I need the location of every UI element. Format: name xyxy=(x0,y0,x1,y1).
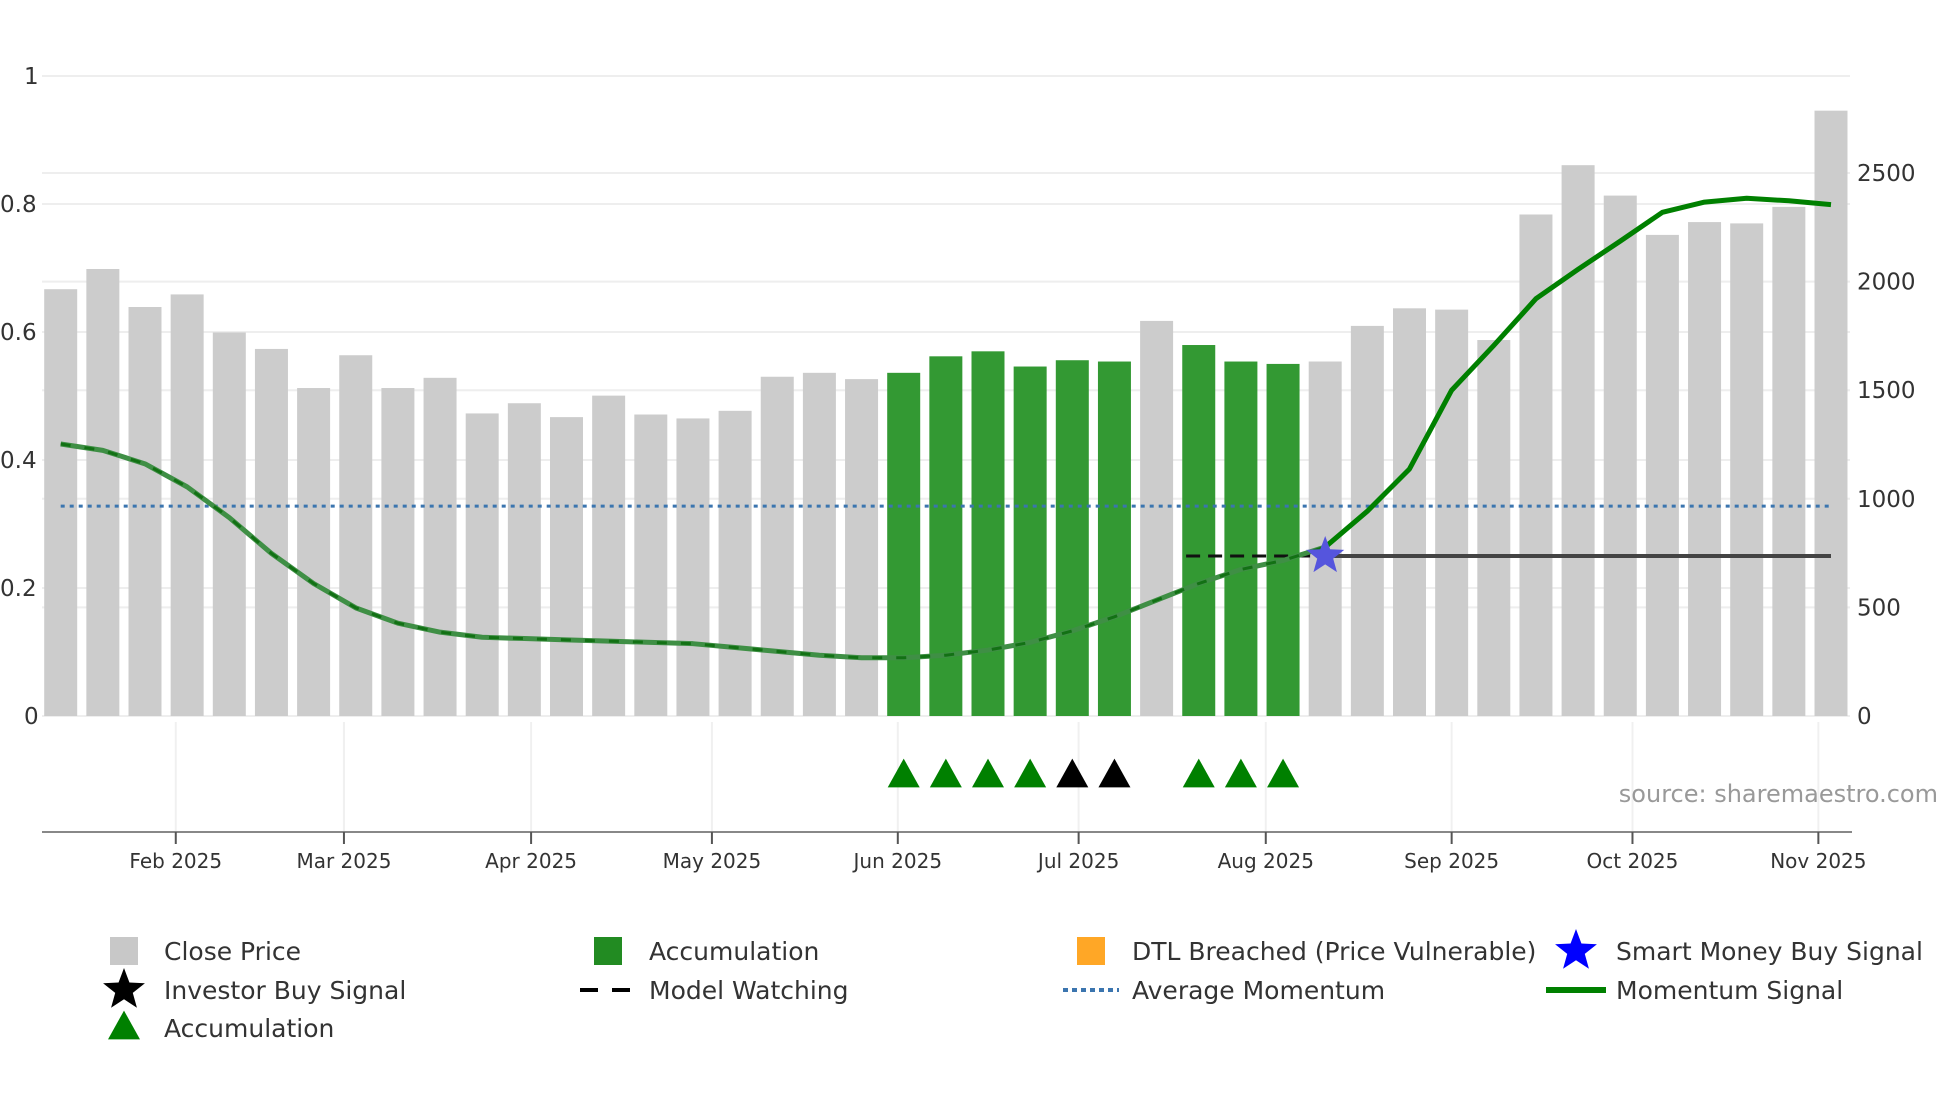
close-price-bar xyxy=(718,410,752,716)
close-price-bar xyxy=(676,418,710,716)
x-axis-tick-label: Jun 2025 xyxy=(852,849,943,873)
legend-investor-buy-signal-label: Investor Buy Signal xyxy=(164,976,406,1005)
accumulation-bar xyxy=(929,356,963,716)
legend-close-price-swatch xyxy=(110,937,138,965)
close-price-bars xyxy=(44,110,1848,717)
legend-average-momentum-label: Average Momentum xyxy=(1132,976,1385,1005)
x-axis-tick-label: Aug 2025 xyxy=(1218,849,1314,873)
close-price-bar xyxy=(465,413,499,716)
accumulation-triangle xyxy=(1014,758,1047,788)
accumulation-bar xyxy=(1055,360,1089,716)
accumulation-triangle xyxy=(972,758,1004,788)
left-axis-tick: 0.8 xyxy=(0,192,37,218)
close-price-bar xyxy=(128,307,162,716)
close-price-bar xyxy=(44,289,78,716)
x-axis-tick-label: Feb 2025 xyxy=(129,849,222,873)
legend-model-watching-label: Model Watching xyxy=(649,976,849,1005)
close-price-bar xyxy=(1561,165,1595,717)
left-axis-tick: 0.4 xyxy=(0,448,37,474)
accumulation-triangle xyxy=(887,758,920,788)
close-price-bar xyxy=(381,388,415,716)
close-price-bar xyxy=(634,414,668,716)
close-price-bar xyxy=(86,269,120,716)
right-axis-tick: 1500 xyxy=(1857,378,1916,404)
close-price-bar xyxy=(1772,206,1806,717)
x-axis-tick-label: Jul 2025 xyxy=(1036,849,1119,873)
accumulation-bar xyxy=(887,372,921,716)
investor-buy-triangle xyxy=(1098,758,1131,788)
close-price-bar xyxy=(845,379,879,716)
left-axis-tick: 0.6 xyxy=(0,320,37,346)
accumulation-bar xyxy=(1013,366,1047,716)
left-axis-tick: 0 xyxy=(24,704,39,730)
legend-accumulation-label: Accumulation xyxy=(649,937,819,966)
close-price-bar xyxy=(1645,234,1679,717)
legend-dtl-breached-price-vulnerable-swatch xyxy=(1077,937,1105,965)
legend-accumulation-swatch xyxy=(594,937,622,965)
accumulation-bar xyxy=(1182,345,1216,716)
legend-accumulation-label: Accumulation xyxy=(164,1014,334,1043)
legend-investor-buy-signal-star-icon xyxy=(103,968,145,1008)
accumulation-bar xyxy=(1224,361,1258,716)
x-axis-tick-label: Oct 2025 xyxy=(1587,849,1679,873)
right-axis-tick: 1000 xyxy=(1857,487,1916,513)
close-price-bar xyxy=(1730,223,1764,717)
x-axis-tick-label: Apr 2025 xyxy=(485,849,577,873)
right-axis-tick: 2500 xyxy=(1857,161,1916,187)
accumulation-bar xyxy=(1266,363,1300,716)
right-axis-tick: 500 xyxy=(1857,595,1901,621)
legend-accumulation-triangle-icon xyxy=(108,1010,140,1040)
legend-close-price-label: Close Price xyxy=(164,937,301,966)
close-price-bar xyxy=(1435,309,1469,716)
accumulation-triangle xyxy=(1182,758,1215,788)
close-price-bar xyxy=(1140,320,1174,716)
close-price-bar xyxy=(550,417,583,716)
right-axis-tick: 0 xyxy=(1857,704,1872,730)
close-price-bar xyxy=(760,376,794,716)
close-price-bar xyxy=(1603,195,1637,716)
close-price-bar xyxy=(802,372,836,716)
close-price-bar xyxy=(592,395,626,716)
accumulation-triangle xyxy=(929,758,962,788)
close-price-bar xyxy=(254,348,288,716)
legend-smart-money-buy-signal-star-icon xyxy=(1555,929,1597,969)
x-axis-tick-label: Mar 2025 xyxy=(296,849,391,873)
x-axis-tick-label: May 2025 xyxy=(663,849,762,873)
accumulation-bar xyxy=(1097,361,1131,716)
close-price-bar xyxy=(423,377,457,716)
close-price-bar xyxy=(339,355,373,716)
close-price-bar xyxy=(1477,340,1511,716)
investor-buy-triangle xyxy=(1056,758,1089,788)
legend-momentum-signal-label: Momentum Signal xyxy=(1616,976,1843,1005)
close-price-bar xyxy=(1393,308,1426,716)
accumulation-bar xyxy=(971,351,1005,716)
close-price-bar xyxy=(297,388,331,716)
legend-dtl-breached-price-vulnerable-label: DTL Breached (Price Vulnerable) xyxy=(1132,937,1536,966)
momentum-chart: 0 0.2 0.4 0.6 0.8 1 0 500 1000 1500 2000 2500 Feb 20… xyxy=(0,64,1938,1043)
right-axis-tick: 2000 xyxy=(1857,270,1916,296)
accumulation-triangle xyxy=(1267,758,1300,788)
legend: Close Price Accumulation DTL Breached (Pri… xyxy=(103,929,1923,1043)
close-price-bar xyxy=(507,403,541,716)
left-axis-tick: 1 xyxy=(24,64,39,90)
x-axis-tick-label: Sep 2025 xyxy=(1404,849,1499,873)
legend-smart-money-buy-signal-label: Smart Money Buy Signal xyxy=(1616,937,1923,966)
source-label: source: sharemaestro.com xyxy=(1619,780,1938,808)
close-price-bar xyxy=(1688,222,1722,716)
accumulation-triangle xyxy=(1224,758,1257,788)
left-axis-tick: 0.2 xyxy=(0,576,37,602)
x-axis-tick-label: Nov 2025 xyxy=(1770,849,1866,873)
